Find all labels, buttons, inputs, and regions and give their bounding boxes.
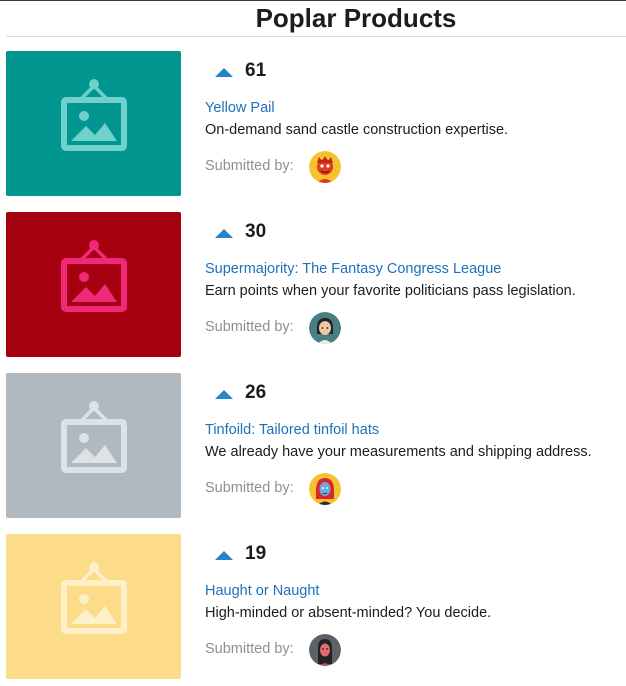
- submitted-by-label: Submitted by:: [205, 319, 294, 335]
- product-title-link[interactable]: Haught or Naught: [205, 583, 319, 599]
- top-divider: [0, 0, 626, 1]
- product-item: 26 Tinfoild: Tailored tinfoil hats We al…: [6, 373, 626, 519]
- product-title-link[interactable]: Yellow Pail: [205, 100, 275, 116]
- avatar-long-hair-character-icon: [309, 634, 341, 666]
- vote-count: 19: [245, 543, 267, 564]
- submitted-by-label: Submitted by:: [205, 641, 294, 657]
- product-thumbnail[interactable]: [6, 212, 181, 357]
- product-description: Earn points when your favorite politicia…: [205, 283, 576, 299]
- product-description: On-demand sand castle construction exper…: [205, 122, 509, 138]
- submitter-avatar: [309, 151, 341, 183]
- submitter-avatar: [309, 634, 341, 666]
- product-item: 30 Supermajority: The Fantasy Congress L…: [6, 212, 626, 358]
- upvote-arrow-icon[interactable]: [215, 229, 233, 238]
- page-title: Poplar Products: [255, 3, 457, 33]
- product-description: High-minded or absent-minded? You decide…: [205, 605, 492, 621]
- product-thumbnail[interactable]: [6, 534, 181, 679]
- product-title-link[interactable]: Tinfoild: Tailored tinfoil hats: [205, 422, 379, 438]
- submitter-avatar: [309, 312, 341, 344]
- image-placeholder-icon: [61, 401, 127, 473]
- title-divider: [6, 36, 626, 37]
- avatar-dark-hair-character-icon: [309, 312, 341, 344]
- image-placeholder-icon: [61, 240, 127, 312]
- image-placeholder-icon: [61, 562, 127, 634]
- avatar-red-hair-character-icon: [309, 473, 341, 505]
- vote-count: 26: [245, 382, 267, 403]
- vote-count: 30: [245, 221, 267, 242]
- image-placeholder-icon: [61, 79, 127, 151]
- upvote-arrow-icon[interactable]: [215, 551, 233, 560]
- product-item: 61 Yellow Pail On-demand sand castle con…: [6, 51, 626, 197]
- avatar-red-character-icon: [309, 151, 341, 183]
- product-thumbnail[interactable]: [6, 51, 181, 196]
- upvote-arrow-icon[interactable]: [215, 68, 233, 77]
- product-description: We already have your measurements and sh…: [205, 444, 592, 460]
- product-title-link[interactable]: Supermajority: The Fantasy Congress Leag…: [205, 261, 501, 277]
- product-thumbnail[interactable]: [6, 373, 181, 518]
- product-item: 19 Haught or Naught High-minded or absen…: [6, 534, 626, 680]
- upvote-arrow-icon[interactable]: [215, 390, 233, 399]
- submitted-by-label: Submitted by:: [205, 158, 294, 174]
- vote-count: 61: [245, 60, 267, 81]
- page: Poplar Products 61 Yellow Pail On-demand…: [0, 0, 626, 686]
- submitted-by-label: Submitted by:: [205, 480, 294, 496]
- submitter-avatar: [309, 473, 341, 505]
